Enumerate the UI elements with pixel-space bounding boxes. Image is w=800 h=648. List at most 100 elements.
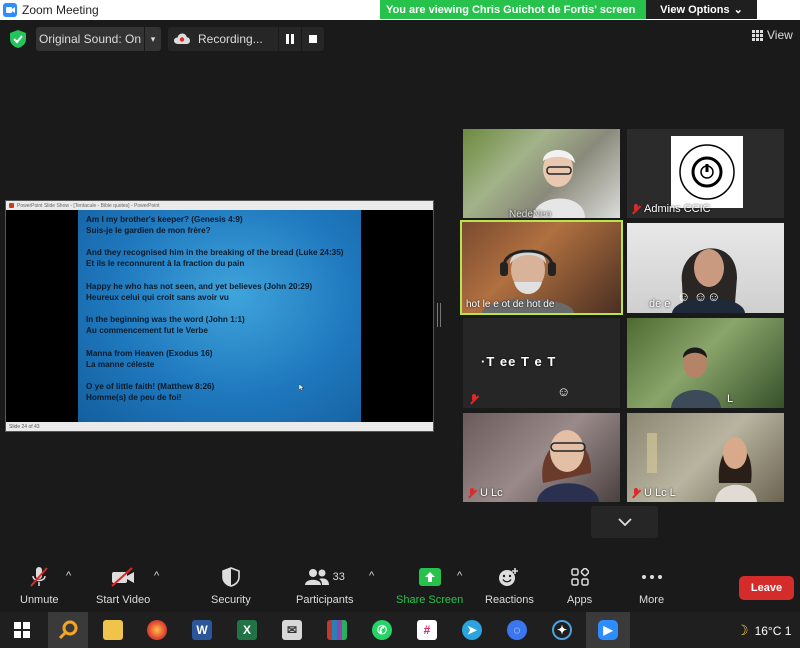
- video-off-icon: [111, 567, 135, 587]
- participants-label: Participants: [296, 594, 354, 606]
- ccic-logo-icon: [679, 144, 735, 200]
- search-taskbar-button[interactable]: [48, 612, 88, 648]
- tile-overlay-text: NedeNeo: [509, 209, 552, 218]
- recording-label: Recording...: [198, 32, 263, 46]
- slide-spacer: [86, 270, 353, 281]
- mic-muted-icon: [631, 487, 641, 499]
- share-banner-message: You are viewing Chris Guichot de Fortis'…: [380, 0, 646, 19]
- stop-icon: [309, 35, 317, 43]
- telegram-taskbar-icon[interactable]: ➤: [458, 616, 486, 644]
- shared-screen[interactable]: PowerPoint Slide Show - [Tentacule - Bib…: [5, 200, 434, 432]
- start-video-label: Start Video: [96, 594, 151, 606]
- mic-muted-icon: [469, 394, 479, 405]
- tile-overlay-text: ·T ee T e T: [481, 354, 557, 369]
- reaction-emoji-icon: ☺: [557, 384, 571, 399]
- firefox-taskbar-icon[interactable]: [143, 616, 171, 644]
- powerpoint-icon: [9, 203, 14, 208]
- video-tile[interactable]: ·T ee T e T ☺: [463, 318, 620, 408]
- zoom-app-icon: [3, 3, 17, 17]
- slide-text-line: Manna from Heaven (Exodus 16): [86, 348, 213, 358]
- leave-button[interactable]: Leave: [739, 576, 794, 600]
- participant-name: [469, 394, 479, 405]
- participants-count: 33: [332, 571, 345, 583]
- video-tile-admins[interactable]: Admins CCIC: [627, 129, 784, 218]
- weather-widget[interactable]: ☽ 16°C 1: [736, 622, 791, 639]
- split-view-handle[interactable]: [437, 303, 441, 327]
- participant-name: U Lc L: [631, 487, 676, 499]
- powerpoint-statusbar: Slide 24 of 43: [6, 422, 433, 431]
- video-options-caret[interactable]: ^: [154, 570, 159, 582]
- reaction-emoji-icon: ☺ ☺☺: [677, 289, 721, 304]
- slide-text-line: Suis-je le gardien de mon frère?: [86, 226, 211, 236]
- video-tile[interactable]: L: [627, 318, 784, 408]
- video-tile-active-speaker[interactable]: hot le e ot de hot de: [460, 220, 623, 315]
- share-screen-button[interactable]: Share Screen: [396, 566, 463, 606]
- recording-indicator: Recording...: [168, 27, 278, 51]
- reactions-smiley-icon: [499, 568, 519, 586]
- pause-recording-button[interactable]: [279, 27, 301, 51]
- video-tile[interactable]: NedeNeo: [463, 129, 620, 218]
- slide-text-line: Happy he who has not seen, and yet belie…: [86, 281, 313, 291]
- zoom-taskbar-icon[interactable]: ▶: [586, 612, 630, 648]
- slack-taskbar-icon[interactable]: #: [413, 616, 441, 644]
- view-button[interactable]: View: [752, 28, 793, 42]
- cloud-recording-icon: [174, 33, 190, 44]
- moon-icon: ☽: [736, 622, 749, 638]
- slide-spacer: [86, 370, 353, 381]
- video-tile[interactable]: ☺ ☺☺ de e: [627, 223, 784, 313]
- windows-start-button[interactable]: [8, 616, 36, 644]
- slide-counter: Slide 24 of 43: [9, 424, 40, 430]
- books-taskbar-icon[interactable]: [323, 616, 351, 644]
- more-button[interactable]: More: [639, 566, 664, 606]
- start-video-button[interactable]: Start Video: [96, 566, 150, 606]
- participants-options-caret[interactable]: ^: [369, 570, 374, 582]
- participant-name: Admins CCIC: [631, 203, 711, 215]
- reactions-label: Reactions: [485, 594, 534, 606]
- mic-muted-icon: [467, 487, 477, 499]
- slide-text-line: And they recognised him in the breaking …: [86, 248, 344, 258]
- participant-name-label: Admins CCIC: [644, 203, 711, 215]
- leave-label: Leave: [750, 582, 783, 594]
- encryption-shield-icon[interactable]: [10, 30, 26, 48]
- windows-taskbar: W X ✉ ✆ # ➤ ◌ ✦ ▶: [0, 612, 800, 648]
- share-options-caret[interactable]: ^: [457, 570, 462, 582]
- security-shield-icon: [222, 567, 240, 587]
- slide-spacer: [86, 303, 353, 314]
- chevron-down-icon: [617, 518, 632, 526]
- share-screen-label: Share Screen: [396, 594, 464, 606]
- file-explorer-taskbar-icon[interactable]: [99, 616, 127, 644]
- signal-taskbar-icon[interactable]: ◌: [503, 616, 531, 644]
- security-button[interactable]: Security: [211, 566, 251, 606]
- slide-text-line: Et ils le reconnurent à la fraction du p…: [86, 259, 245, 269]
- word-taskbar-icon[interactable]: W: [188, 616, 216, 644]
- ccic-logo: [671, 136, 743, 208]
- apps-button[interactable]: Apps: [567, 566, 592, 606]
- view-options-button[interactable]: View Options ⌄: [646, 0, 757, 19]
- apps-icon: [570, 568, 589, 586]
- unmute-button[interactable]: Unmute: [20, 566, 59, 606]
- participant-name-label: U Lc L: [644, 487, 676, 499]
- video-tile[interactable]: U Lc: [463, 413, 620, 502]
- app-taskbar-icon[interactable]: ✉: [278, 616, 306, 644]
- presentation-slide: Am I my brother's keeper? (Genesis 4:9) S…: [78, 210, 361, 423]
- original-sound-menu-arrow[interactable]: ▾: [145, 27, 161, 51]
- meeting-controls: Unmute ^ Start Video ^ Security 33 Parti…: [0, 562, 800, 612]
- tile-overlay-text: de e: [649, 298, 671, 310]
- video-tile[interactable]: U Lc L: [627, 413, 784, 502]
- gallery-page-down-button[interactable]: [591, 506, 658, 538]
- stop-recording-button[interactable]: [302, 27, 324, 51]
- excel-taskbar-icon[interactable]: X: [233, 616, 261, 644]
- reactions-button[interactable]: Reactions: [485, 566, 534, 606]
- slide-spacer: [86, 236, 353, 247]
- slide-text-line: Am I my brother's keeper? (Genesis 4:9): [86, 215, 243, 224]
- participants-icon: [304, 569, 329, 585]
- participant-video: [533, 150, 585, 218]
- more-label: More: [639, 594, 665, 606]
- participants-button[interactable]: 33 Participants: [296, 566, 353, 606]
- search-icon: [58, 620, 78, 640]
- resolve-taskbar-icon[interactable]: ✦: [548, 616, 576, 644]
- audio-options-caret[interactable]: ^: [66, 570, 71, 582]
- meeting-topbar: Original Sound: On ▾ Recording... View: [0, 20, 800, 60]
- whatsapp-taskbar-icon[interactable]: ✆: [368, 616, 396, 644]
- original-sound-button[interactable]: Original Sound: On: [36, 27, 144, 51]
